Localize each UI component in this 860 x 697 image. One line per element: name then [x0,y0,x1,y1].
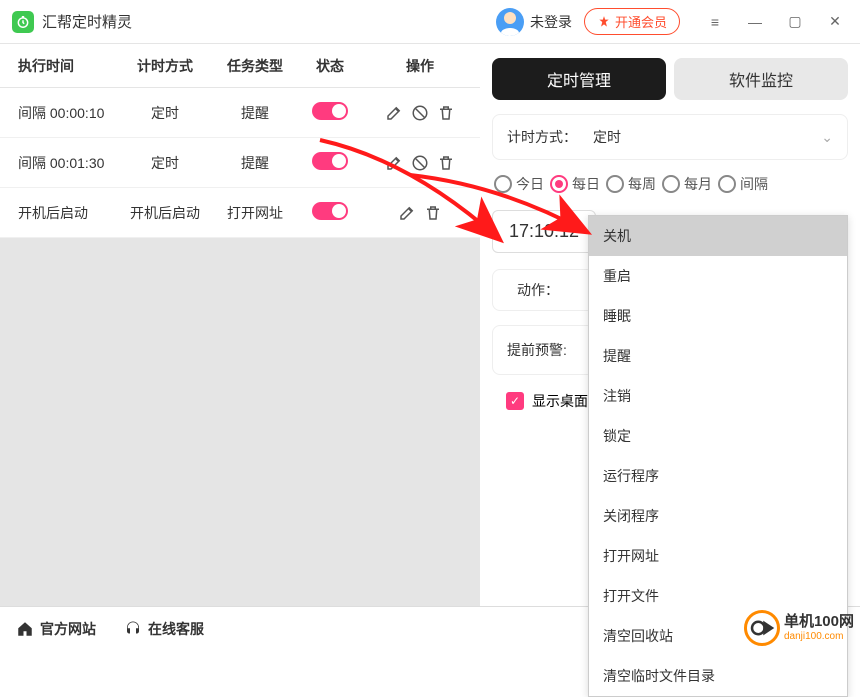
cell-status [300,152,360,173]
cell-status [300,202,360,223]
freq-daily[interactable]: 每日 [550,174,600,194]
task-list-panel: 执行时间 计时方式 任务类型 状态 操作 间隔 00:00:10定时提醒间隔 0… [0,44,480,606]
header-ops: 操作 [360,56,480,76]
dropdown-item[interactable]: 关闭程序 [589,496,847,536]
watermark-icon [744,610,780,646]
header-time: 执行时间 [0,56,120,76]
freq-today[interactable]: 今日 [494,174,544,194]
app-title: 汇帮定时精灵 [42,11,132,32]
avatar-icon [496,8,524,36]
cell-status [300,102,360,123]
dropdown-item[interactable]: 睡眠 [589,296,847,336]
dropdown-item[interactable]: 清空临时文件目录 [589,656,847,696]
vip-button-label: 开通会员 [615,12,667,31]
dropdown-item[interactable]: 提醒 [589,336,847,376]
action-label: 动作： [497,280,567,300]
watermark: 单机100网 danji100.com [744,610,854,646]
cell-type: 提醒 [210,153,300,173]
toggle-switch[interactable] [312,102,348,120]
disable-icon[interactable] [411,154,429,172]
checkbox-icon: ✓ [506,392,524,410]
maximize-icon[interactable]: ▢ [778,8,812,36]
official-site-link[interactable]: 官方网站 [16,619,96,639]
tab-software-monitor[interactable]: 软件监控 [674,58,848,100]
cell-mode: 定时 [120,153,210,173]
tab-timer-manage[interactable]: 定时管理 [492,58,666,100]
toggle-switch[interactable] [312,202,348,220]
timer-mode-select[interactable]: 计时方式： 定时 ⌄ [492,114,848,160]
title-bar: 汇帮定时精灵 未登录 开通会员 ≡ — ▢ ✕ [0,0,860,44]
close-icon[interactable]: ✕ [818,8,852,36]
menu-icon[interactable]: ≡ [698,8,732,36]
time-input[interactable]: 17:10:12 [492,210,596,253]
cell-type: 提醒 [210,103,300,123]
cell-time: 开机后启动 [0,203,120,223]
table-row[interactable]: 间隔 00:01:30定时提醒 [0,138,480,188]
timer-mode-label: 计时方式： [507,127,577,147]
customer-service-link[interactable]: 在线客服 [124,619,204,639]
edit-icon[interactable] [385,104,403,122]
cell-mode: 定时 [120,103,210,123]
dropdown-item[interactable]: 运行程序 [589,456,847,496]
login-status: 未登录 [530,12,572,32]
chevron-down-icon: ⌄ [821,129,833,146]
delete-icon[interactable] [437,154,455,172]
home-icon [16,620,34,638]
header-type: 任务类型 [210,56,300,76]
cell-time: 间隔 00:00:10 [0,103,120,123]
edit-icon[interactable] [385,154,403,172]
vip-button[interactable]: 开通会员 [584,8,680,35]
warn-label: 提前预警: [507,340,567,360]
headset-icon [124,620,142,638]
minimize-icon[interactable]: — [738,8,772,36]
freq-interval[interactable]: 间隔 [718,174,768,194]
timer-mode-value: 定时 [593,127,621,147]
frequency-radios: 今日 每日 每周 每月 间隔 [492,174,848,194]
table-row[interactable]: 间隔 00:00:10定时提醒 [0,88,480,138]
delete-icon[interactable] [424,204,442,222]
user-area[interactable]: 未登录 [496,8,572,36]
cell-mode: 开机后启动 [120,203,210,223]
dropdown-item[interactable]: 注销 [589,376,847,416]
cell-type: 打开网址 [210,203,300,223]
dropdown-item[interactable]: 关机 [589,216,847,256]
header-status: 状态 [300,56,360,76]
cell-time: 间隔 00:01:30 [0,153,120,173]
checkbox-label: 显示桌面 [532,391,588,411]
toggle-switch[interactable] [312,152,348,170]
dropdown-item[interactable]: 打开网址 [589,536,847,576]
edit-icon[interactable] [398,204,416,222]
disable-icon[interactable] [411,104,429,122]
table-row[interactable]: 开机后启动开机后启动打开网址 [0,188,480,238]
freq-weekly[interactable]: 每周 [606,174,656,194]
app-logo-icon [12,11,34,33]
freq-monthly[interactable]: 每月 [662,174,712,194]
header-mode: 计时方式 [120,56,210,76]
dropdown-item[interactable]: 锁定 [589,416,847,456]
delete-icon[interactable] [437,104,455,122]
dropdown-item[interactable]: 重启 [589,256,847,296]
table-header: 执行时间 计时方式 任务类型 状态 操作 [0,44,480,88]
